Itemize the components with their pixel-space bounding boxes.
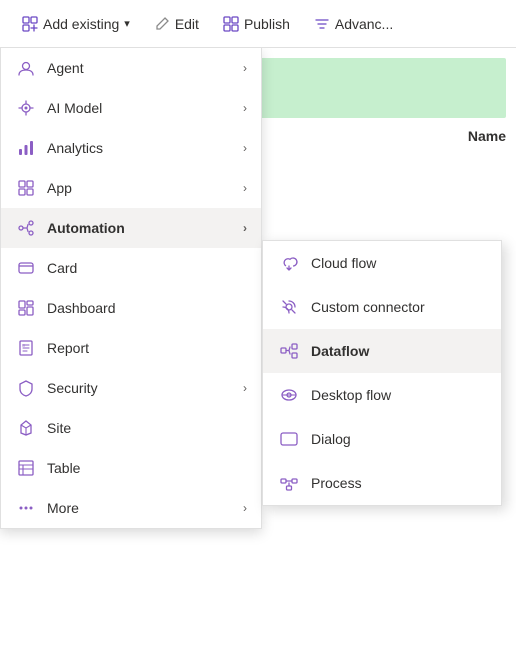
security-label: Security: [47, 380, 98, 396]
automation-chevron: ›: [243, 221, 247, 235]
ai-model-icon: [17, 99, 35, 117]
menu-item-analytics[interactable]: Analytics ›: [1, 128, 261, 168]
add-existing-icon: [22, 16, 38, 32]
more-icon: [17, 499, 35, 517]
cloud-flow-label: Cloud flow: [311, 255, 376, 271]
sub-menu-process[interactable]: Process: [263, 461, 501, 505]
analytics-icon: [17, 139, 35, 157]
agent-chevron: ›: [243, 61, 247, 75]
report-label: Report: [47, 340, 89, 356]
automation-sub-menu: Cloud flow Custom connector: [262, 240, 502, 506]
table-icon: [17, 459, 35, 477]
custom-connector-icon: [279, 297, 299, 317]
dialog-icon: [279, 429, 299, 449]
security-chevron: ›: [243, 381, 247, 395]
menu-item-report[interactable]: Report: [1, 328, 261, 368]
menu-item-app[interactable]: App ›: [1, 168, 261, 208]
ai-model-chevron: ›: [243, 101, 247, 115]
menu-item-security[interactable]: Security ›: [1, 368, 261, 408]
dialog-label: Dialog: [311, 431, 351, 447]
site-icon: [17, 419, 35, 437]
sub-menu-desktop-flow[interactable]: Desktop flow: [263, 373, 501, 417]
menu-item-card[interactable]: Card: [1, 248, 261, 288]
dataflow-icon: [279, 341, 299, 361]
app-chevron: ›: [243, 181, 247, 195]
menu-item-site[interactable]: Site: [1, 408, 261, 448]
advanced-label: Advanc...: [335, 16, 393, 32]
process-icon: [279, 473, 299, 493]
menu-item-ai-model[interactable]: AI Model ›: [1, 88, 261, 128]
ai-model-label: AI Model: [47, 100, 102, 116]
menu-item-more[interactable]: More ›: [1, 488, 261, 528]
dataflow-label: Dataflow: [311, 343, 369, 359]
dropdown-overlay: Agent › AI Model ›: [0, 48, 516, 657]
primary-menu: Agent › AI Model ›: [0, 48, 262, 529]
dashboard-icon: [17, 299, 35, 317]
sub-menu-dialog[interactable]: Dialog: [263, 417, 501, 461]
more-label: More: [47, 500, 79, 516]
edit-label: Edit: [175, 16, 199, 32]
agent-icon: [17, 59, 35, 77]
analytics-label: Analytics: [47, 140, 103, 156]
app-icon: [17, 179, 35, 197]
advanced-button[interactable]: Advanc...: [304, 10, 403, 38]
add-existing-button[interactable]: Add existing ▾: [12, 10, 140, 38]
site-label: Site: [47, 420, 71, 436]
app-label: App: [47, 180, 72, 196]
desktop-flow-icon: [279, 385, 299, 405]
publish-label: Publish: [244, 16, 290, 32]
menu-item-automation[interactable]: Automation ›: [1, 208, 261, 248]
custom-connector-label: Custom connector: [311, 299, 425, 315]
dropdown-chevron-icon: ▾: [124, 17, 130, 30]
automation-icon: [17, 219, 35, 237]
edit-button[interactable]: Edit: [144, 10, 209, 38]
agent-label: Agent: [47, 60, 84, 76]
sub-menu-cloud-flow[interactable]: Cloud flow: [263, 241, 501, 285]
edit-icon: [154, 16, 170, 32]
menu-item-dashboard[interactable]: Dashboard: [1, 288, 261, 328]
advanced-icon: [314, 16, 330, 32]
report-icon: [17, 339, 35, 357]
publish-button[interactable]: Publish: [213, 10, 300, 38]
cloud-flow-icon: [279, 253, 299, 273]
process-label: Process: [311, 475, 362, 491]
menu-item-agent[interactable]: Agent ›: [1, 48, 261, 88]
publish-icon: [223, 16, 239, 32]
table-label: Table: [47, 460, 80, 476]
card-label: Card: [47, 260, 77, 276]
security-icon: [17, 379, 35, 397]
desktop-flow-label: Desktop flow: [311, 387, 391, 403]
main-area: Name Agent ›: [0, 48, 516, 657]
more-chevron: ›: [243, 501, 247, 515]
sub-menu-dataflow[interactable]: Dataflow: [263, 329, 501, 373]
sub-menu-custom-connector[interactable]: Custom connector: [263, 285, 501, 329]
automation-label: Automation: [47, 220, 125, 236]
add-existing-label: Add existing: [43, 16, 119, 32]
analytics-chevron: ›: [243, 141, 247, 155]
toolbar: Add existing ▾ Edit Publish Advanc...: [0, 0, 516, 48]
menu-item-table[interactable]: Table: [1, 448, 261, 488]
card-icon: [17, 259, 35, 277]
dashboard-label: Dashboard: [47, 300, 116, 316]
